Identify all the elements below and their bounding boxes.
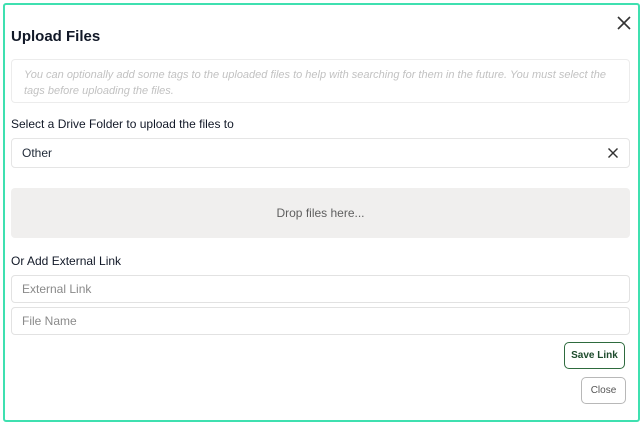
file-name-input[interactable] [11, 307, 630, 335]
dialog-title: Upload Files [11, 28, 101, 45]
drive-folder-select[interactable]: Other [11, 138, 630, 168]
folder-selected-value: Other [22, 146, 53, 160]
folder-select-label: Select a Drive Folder to upload the file… [11, 117, 234, 131]
upload-files-dialog: Upload Files You can optionally add some… [3, 3, 640, 422]
clear-icon[interactable] [607, 147, 619, 159]
dropzone-text: Drop files here... [276, 206, 365, 220]
tags-input[interactable]: You can optionally add some tags to the … [11, 59, 630, 103]
close-button[interactable]: Close [581, 377, 626, 404]
save-link-button[interactable]: Save Link [564, 342, 625, 369]
close-icon[interactable] [616, 15, 632, 31]
tags-hint: You can optionally add some tags to the … [24, 69, 606, 97]
external-link-input[interactable] [11, 275, 630, 303]
file-dropzone[interactable]: Drop files here... [11, 188, 630, 238]
external-link-label: Or Add External Link [11, 254, 122, 268]
